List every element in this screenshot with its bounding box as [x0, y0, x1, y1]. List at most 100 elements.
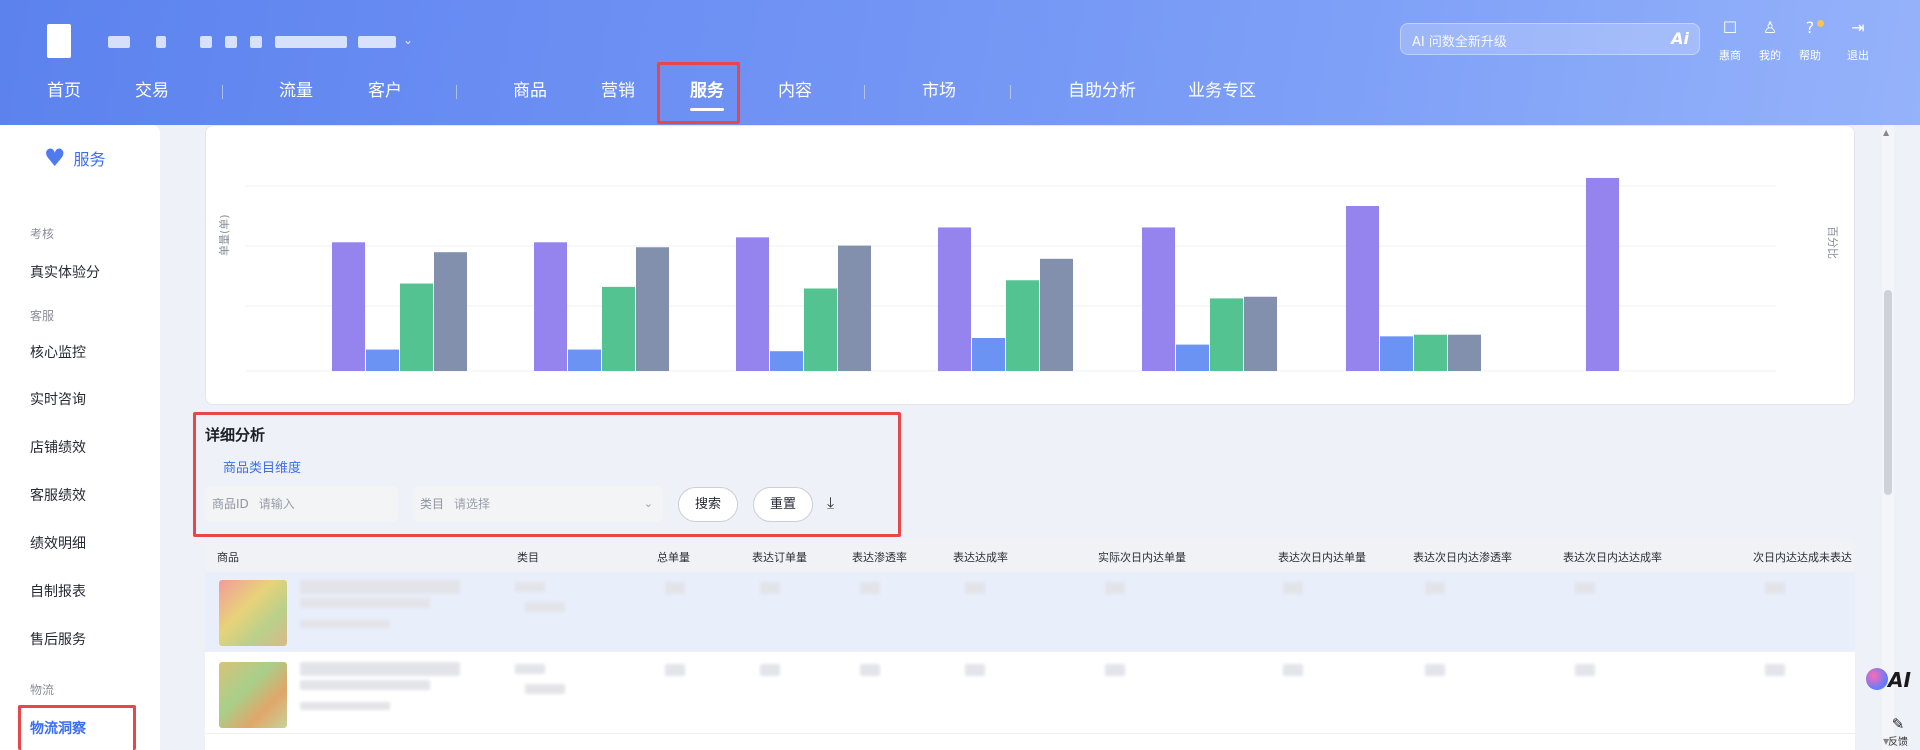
header-tool-label: 惠商	[1719, 49, 1741, 62]
sidebar-item-1-6[interactable]: 售后服务	[30, 629, 86, 649]
chart-bar-s0-c2[interactable]	[736, 237, 769, 371]
chart-bar-s2-c1[interactable]	[602, 286, 635, 371]
blurred-metric-value	[1575, 582, 1595, 594]
blurred-cell-text	[515, 582, 545, 592]
nav-tab-8[interactable]: 市场	[922, 80, 956, 102]
sidebar-item-1-0[interactable]: 核心监控	[30, 342, 86, 362]
message-button[interactable]: ☐ 惠商	[1710, 18, 1750, 63]
chart-bar-s2-c2[interactable]	[804, 288, 837, 372]
blurred-metric-value	[1765, 664, 1785, 676]
shop-switch-chevron-icon[interactable]: ⌄	[403, 33, 413, 47]
chart-bar-s3-c5[interactable]	[1448, 334, 1481, 371]
ai-search-input[interactable]: AI 问数全新升级 Ai	[1400, 23, 1700, 55]
nav-tab-5[interactable]: 营销	[601, 80, 635, 102]
user-button[interactable]: ♙ 我的	[1750, 18, 1790, 63]
nav-tab-9[interactable]: 自助分析	[1068, 80, 1136, 102]
ai-search-placeholder: AI 问数全新升级	[1412, 35, 1507, 50]
feedback-button[interactable]: ✎ 反馈	[1880, 715, 1916, 749]
ai-assistant-button[interactable]: AI	[1858, 662, 1914, 702]
blurred-metric-value	[1425, 664, 1445, 676]
nav-tab-0[interactable]: 首页	[47, 80, 81, 102]
chart-bar-s3-c2[interactable]	[838, 245, 871, 371]
blurred-cell-text	[300, 702, 390, 710]
table-header-cell: 次日内达达成未表达	[1753, 551, 1852, 564]
header-tool-label: 帮助	[1799, 49, 1821, 62]
chart-bar-s0-c5[interactable]	[1346, 206, 1379, 371]
ai-search-icon[interactable]: Ai	[1671, 29, 1689, 48]
page-scrollbar[interactable]: ▲ ▼	[1882, 125, 1894, 750]
chart-bar-s3-c0[interactable]	[434, 252, 467, 371]
logout-button[interactable]: ⇥ 退出	[1838, 18, 1878, 63]
table-header-cell: 表达渗透率	[852, 551, 907, 564]
chart-bar-s1-c2[interactable]	[770, 351, 803, 371]
nav-tab-4[interactable]: 商品	[513, 80, 547, 102]
nav-tab-3[interactable]: 客户	[368, 80, 402, 102]
chart-bar-s0-c3[interactable]	[938, 227, 971, 371]
nav-tab-2[interactable]: 流量	[279, 80, 313, 102]
chart-bar-s1-c1[interactable]	[568, 349, 601, 371]
sidebar-item-1-3[interactable]: 客服绩效	[30, 485, 86, 505]
chart-bar-s1-c4[interactable]	[1176, 344, 1209, 371]
nav-divider	[456, 85, 457, 99]
sidebar-group-label: 考核	[30, 227, 55, 241]
search-button[interactable]: 搜索	[678, 487, 738, 522]
user-icon: ♙	[1762, 18, 1778, 37]
blurred-cell-text	[300, 680, 430, 690]
table-row[interactable]	[205, 572, 1855, 652]
chart-bar-s1-c0[interactable]	[366, 349, 399, 371]
store-logo[interactable]	[47, 24, 71, 58]
nav-tab-7[interactable]: 内容	[778, 80, 812, 102]
chart-bar-s3-c4[interactable]	[1244, 296, 1277, 371]
category-placeholder: 请选择	[454, 497, 491, 511]
sidebar-title[interactable]: ♥ 服务	[44, 145, 106, 171]
blurred-metric-value	[860, 664, 880, 676]
scrollbar-thumb[interactable]	[1884, 290, 1892, 495]
help-button[interactable]: ? 帮助	[1790, 18, 1830, 63]
chart-bar-s0-c0[interactable]	[332, 242, 365, 371]
sidebar-item-0-0[interactable]: 真实体验分	[30, 262, 100, 282]
nav-tab-10[interactable]: 业务专区	[1188, 80, 1256, 102]
blurred-cell-text	[515, 664, 545, 674]
chart-bar-s0-c4[interactable]	[1142, 227, 1175, 371]
bar-chart: 单量(单) 百分比	[218, 177, 1839, 372]
section-title-detail-analysis: 详细分析	[205, 426, 266, 444]
reset-button[interactable]: 重置	[753, 487, 813, 522]
blurred-shop-name	[275, 36, 347, 48]
y-axis-label: 单量(单)	[218, 214, 231, 256]
table-header-cell: 表达次日内达达成率	[1563, 551, 1662, 564]
table-row[interactable]	[205, 654, 1855, 734]
chart-bar-s1-c5[interactable]	[1380, 336, 1413, 371]
chart-bar-s1-c3[interactable]	[972, 338, 1005, 371]
blurred-shop-name	[156, 36, 166, 48]
download-icon[interactable]: ⤓	[827, 493, 834, 513]
chart-bar-s2-c5[interactable]	[1414, 334, 1447, 371]
sidebar-title-label: 服务	[73, 150, 106, 169]
product-thumbnail[interactable]	[219, 662, 287, 728]
sidebar-item-1-4[interactable]: 绩效明细	[30, 533, 86, 553]
blurred-cell-text	[525, 602, 565, 612]
chart-bar-s2-c0[interactable]	[400, 283, 433, 371]
nav-tab-6[interactable]: 服务	[690, 80, 724, 111]
chart-bar-s2-c4[interactable]	[1210, 298, 1243, 371]
chart-bar-s0-c6[interactable]	[1586, 177, 1619, 371]
nav-tab-1[interactable]: 交易	[135, 80, 169, 102]
sidebar-item-1-2[interactable]: 店铺绩效	[30, 437, 86, 457]
product-thumbnail[interactable]	[219, 580, 287, 646]
sidebar: ♥ 服务 考核 真实体验分 客服 核心监控 实时咨询 店铺绩效 客服绩效 绩效明细 自制报表 售后…	[0, 125, 160, 750]
sidebar-item-2-0[interactable]: 物流洞察	[30, 718, 86, 738]
chart-bar-s3-c3[interactable]	[1040, 258, 1073, 371]
product-id-label: 商品ID	[212, 497, 249, 511]
tab-category-dimension[interactable]: 商品类目维度	[223, 457, 301, 476]
chart-bar-s3-c1[interactable]	[636, 247, 669, 371]
product-id-input[interactable]: 商品ID 请输入	[205, 486, 398, 522]
nav-divider	[222, 85, 223, 99]
blurred-shop-name	[250, 36, 262, 48]
scroll-up-icon[interactable]: ▲	[1883, 128, 1889, 137]
chart-bar-s2-c3[interactable]	[1006, 280, 1039, 371]
category-select[interactable]: 类目 请选择 ⌄	[413, 486, 663, 522]
detail-table: 商品 类目 总单量 表达订单量 表达渗透率 表达达成率 实际次日内达单量 表达次日内达单量 表达…	[205, 540, 1855, 750]
sidebar-item-1-5[interactable]: 自制报表	[30, 581, 86, 601]
sidebar-item-1-1[interactable]: 实时咨询	[30, 389, 86, 409]
chart-bar-s0-c1[interactable]	[534, 242, 567, 371]
blurred-metric-value	[965, 664, 985, 676]
